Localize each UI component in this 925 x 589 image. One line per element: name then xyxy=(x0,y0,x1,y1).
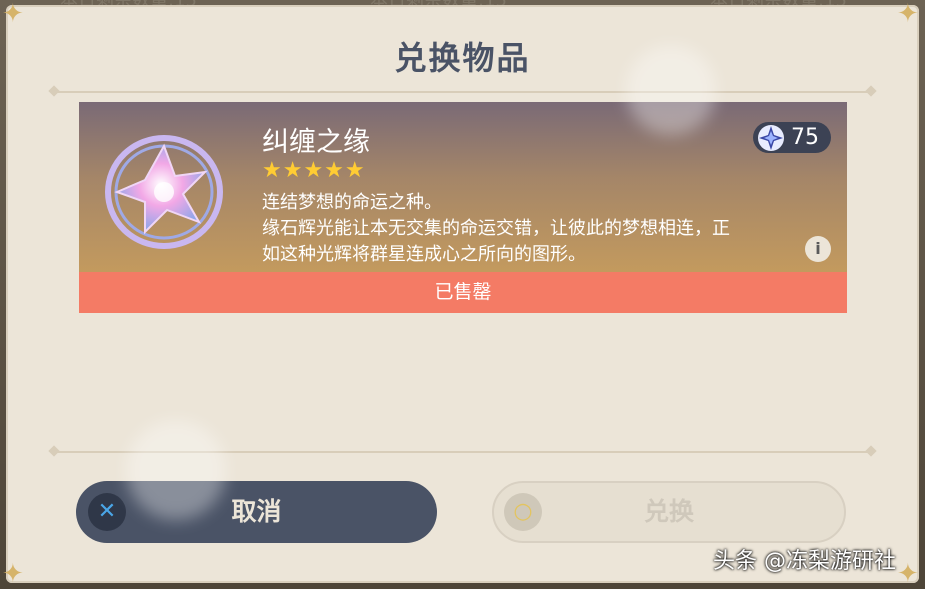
intertwined-fate-icon xyxy=(105,135,223,249)
light-glow xyxy=(126,420,226,520)
item-description: 连结梦想的命运之种。 缘石辉光能让本无交集的命运交错，让彼此的梦想相连，正 如这… xyxy=(262,190,822,268)
corner-ornament-icon: ✦ xyxy=(2,559,24,589)
exchange-dialog: ✦ ✦ ✦ ✦ 兑换物品 纠缠之缘 ★★★★★ 连结梦想的命运之种。 缘石辉光能… xyxy=(2,1,919,587)
description-line: 缘石辉光能让本无交集的命运交错，让彼此的梦想相连，正 xyxy=(262,218,730,239)
exchange-button-label: 兑换 xyxy=(643,497,694,526)
exchange-button[interactable]: ○ 兑换 xyxy=(492,481,846,543)
rarity-stars: ★★★★★ xyxy=(262,158,366,183)
info-icon[interactable]: i xyxy=(805,236,831,262)
description-line: 如这种光辉将群星连成心之所向的图形。 xyxy=(262,244,586,265)
corner-ornament-icon: ✦ xyxy=(897,559,919,589)
item-name: 纠缠之缘 xyxy=(262,127,370,158)
dialog-title: 兑换物品 xyxy=(394,39,531,77)
price-value: 75 xyxy=(791,125,819,150)
starglitter-icon xyxy=(758,125,784,151)
light-glow xyxy=(626,45,716,135)
watermark: 头条 @冻梨游研社 xyxy=(713,549,896,574)
corner-ornament-icon: ✦ xyxy=(897,0,919,29)
corner-ornament-icon: ✦ xyxy=(2,0,24,29)
sold-out-banner: 已售罄 xyxy=(79,272,847,313)
description-line: 连结梦想的命运之种。 xyxy=(262,192,442,213)
price-badge: 75 xyxy=(753,122,831,153)
divider xyxy=(54,91,871,93)
item-card: 纠缠之缘 ★★★★★ 连结梦想的命运之种。 缘石辉光能让本无交集的命运交错，让彼… xyxy=(79,102,847,272)
